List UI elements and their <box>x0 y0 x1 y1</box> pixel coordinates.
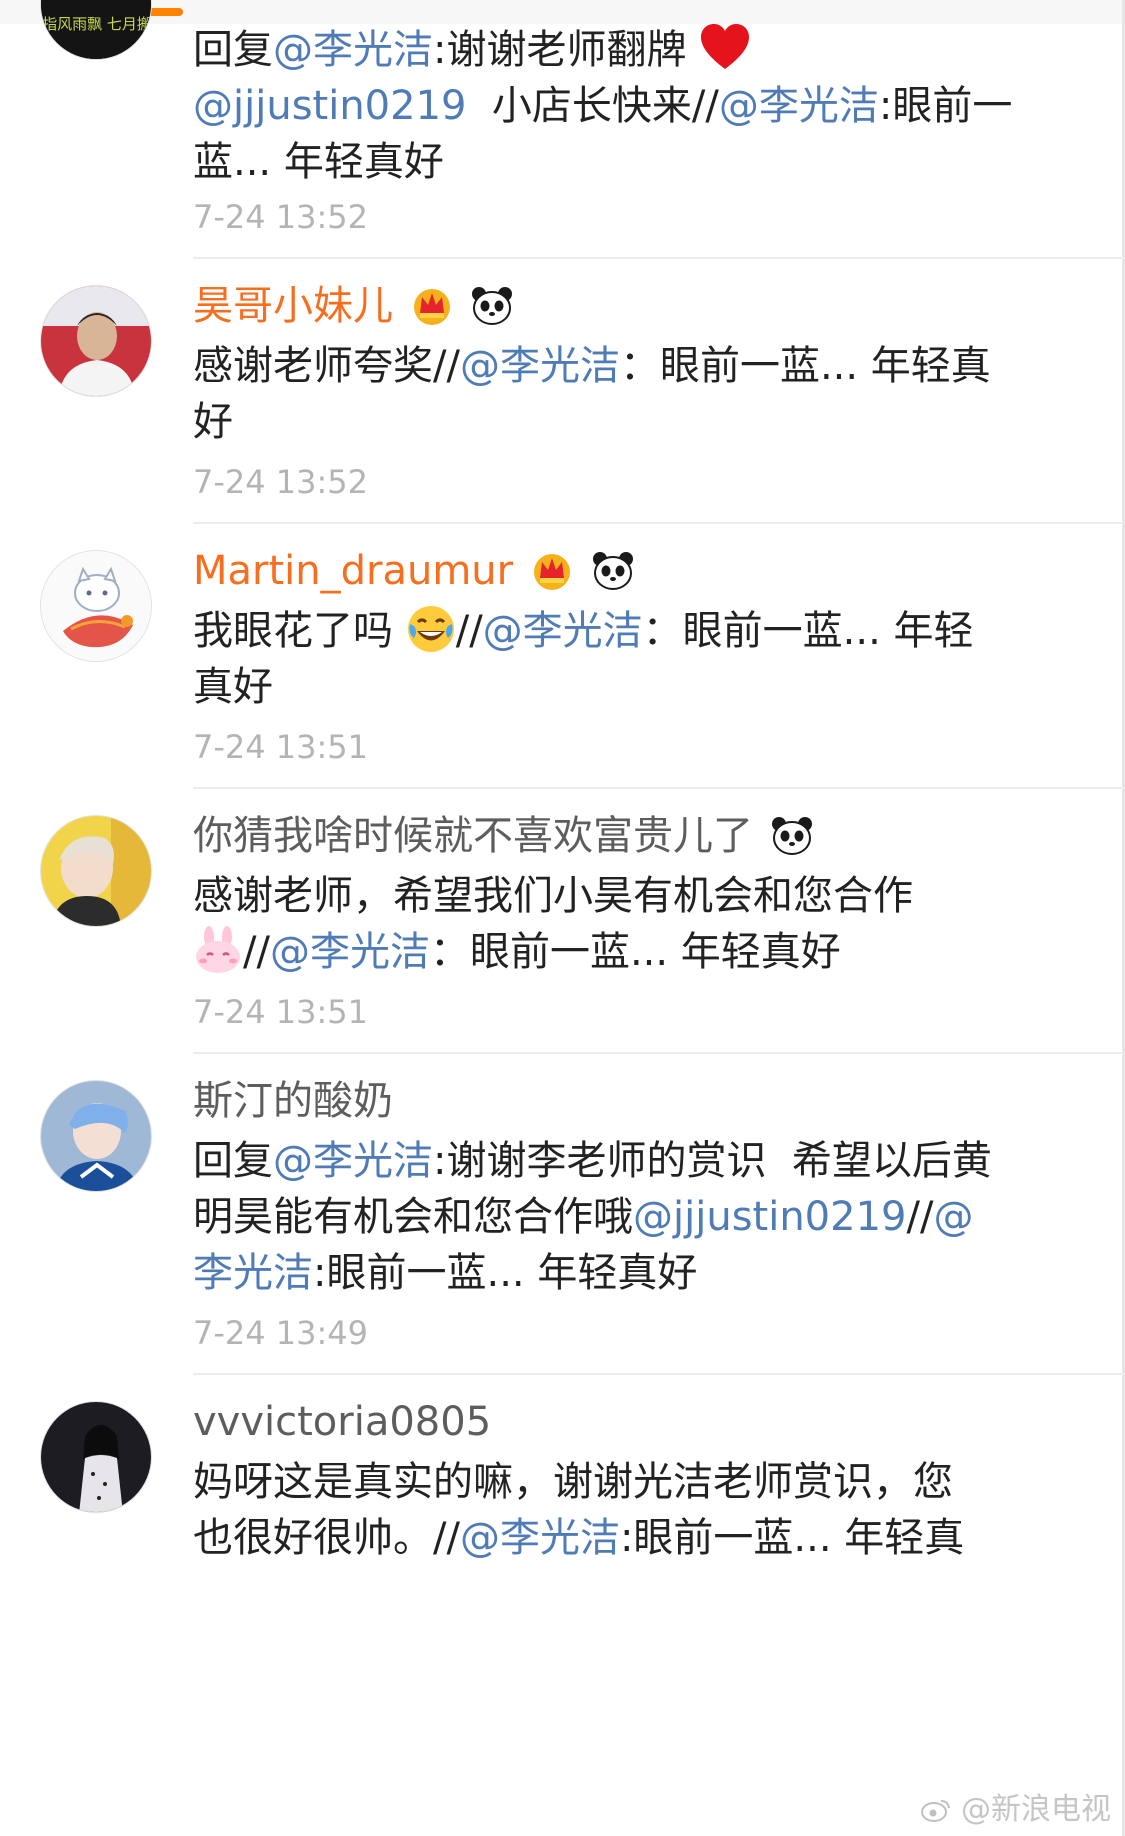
comment-text-line: 好 <box>193 399 233 445</box>
avatar[interactable] <box>40 815 152 927</box>
comment-text-line: 真好 <box>193 664 273 710</box>
reply-label: 回复 <box>193 1138 273 1184</box>
mention-link[interactable]: @李光洁 <box>719 83 879 129</box>
comment-timestamp: 7-24 13:51 <box>193 728 369 766</box>
comment-text: :眼前一 <box>878 83 1013 129</box>
username[interactable]: 昊哥小妹儿 <box>193 278 514 334</box>
comment-text: 小店长快来// <box>466 83 719 129</box>
username[interactable]: 你猜我啥时候就不喜欢富贵儿了 <box>193 808 814 864</box>
comment-text: // <box>906 1194 934 1240</box>
mention-link[interactable]: 李光洁 <box>193 1250 313 1296</box>
mention-link[interactable]: @李光洁 <box>273 1138 433 1184</box>
comment-text: ：眼前一蓝... 年轻 <box>642 608 974 654</box>
divider <box>193 522 1125 524</box>
mention-link[interactable]: @李光洁 <box>270 929 430 975</box>
mention-link[interactable]: @jjjustin0219 <box>193 83 466 129</box>
username-text: Martin_draumur <box>193 548 514 594</box>
mention-link[interactable]: @李光洁 <box>273 27 433 73</box>
comment-text: ：眼前一蓝... 年轻真好 <box>429 929 841 975</box>
panda-badge-icon <box>592 552 633 590</box>
mention-link[interactable]: @李光洁 <box>483 608 643 654</box>
comment-text: 我眼花了吗 <box>193 608 393 654</box>
comment-text: ：眼前一蓝... 年轻真 <box>619 343 991 389</box>
mention-link[interactable]: @ <box>933 1194 973 1240</box>
comment-text: :眼前一蓝... 年轻真好 <box>313 1250 698 1296</box>
mention-link[interactable]: @李光洁 <box>460 1515 620 1561</box>
avatar-image <box>41 286 151 396</box>
divider <box>193 787 1125 789</box>
mention-link[interactable]: @李光洁 <box>460 343 620 389</box>
avatar-image: 剑指风雨飘 七月搬家 <box>41 0 152 59</box>
avatar[interactable]: 剑指风雨飘 七月搬家 <box>40 0 152 60</box>
avatar[interactable] <box>40 1401 152 1513</box>
avatar[interactable] <box>40 1080 152 1192</box>
avatar-image <box>41 816 151 926</box>
divider <box>193 1052 1125 1054</box>
panda-badge-icon <box>771 817 812 855</box>
comment-text-line: 李光洁:眼前一蓝... 年轻真好 <box>193 1240 697 1306</box>
comment-text: 明昊能有机会和您合作哦 <box>193 1194 633 1240</box>
reply-label: 回复 <box>193 27 273 73</box>
comment-text: 也很好很帅。// <box>193 1515 460 1561</box>
comment-timestamp: 7-24 13:52 <box>193 198 369 236</box>
username[interactable]: 斯汀的酸奶 <box>193 1073 393 1129</box>
mention-link[interactable]: @jjjustin0219 <box>633 1194 906 1240</box>
avatar-image <box>41 1081 151 1191</box>
avatar-image <box>41 1402 151 1512</box>
comment-timestamp: 7-24 13:52 <box>193 463 369 501</box>
comment-text: // <box>455 608 483 654</box>
avatar-image <box>41 551 151 661</box>
avatar-text: 剑指风雨飘 七月搬家 <box>41 15 152 33</box>
vip-crown-badge-icon <box>413 289 450 325</box>
avatar[interactable] <box>40 550 152 662</box>
heart-emoji-icon <box>701 24 750 69</box>
panda-badge-icon <box>472 287 513 325</box>
weibo-logo-icon <box>921 1800 951 1822</box>
username-text: 昊哥小妹儿 <box>193 283 393 329</box>
username[interactable]: Martin_draumur <box>193 543 635 599</box>
comment-text-line: 感谢老师夸奖//@李光洁：眼前一蓝... 年轻真 <box>193 333 991 399</box>
comment-text-line: 蓝... 年轻真好 <box>193 139 444 185</box>
comment-text: :谢谢李老师的赏识 希望以后黄 <box>433 1138 992 1184</box>
comment-timestamp: 7-24 13:51 <box>193 993 369 1031</box>
watermark-text: @新浪电视 <box>961 1792 1111 1827</box>
username-text: 你猜我啥时候就不喜欢富贵儿了 <box>193 813 753 859</box>
divider <box>193 1373 1125 1375</box>
comment-text-line: //@李光洁：眼前一蓝... 年轻真好 <box>193 919 841 985</box>
watermark: @新浪电视 <box>921 1784 1111 1828</box>
comment-text: :谢谢老师翻牌 <box>433 27 687 73</box>
vip-crown-badge-icon <box>533 554 570 590</box>
divider <box>193 257 1125 259</box>
comment-text-line: 我眼花了吗 //@李光洁：眼前一蓝... 年轻 <box>193 598 974 664</box>
comment-text: 感谢老师夸奖// <box>193 343 460 389</box>
avatar[interactable] <box>40 285 152 397</box>
username[interactable]: vvvictoria0805 <box>193 1394 491 1450</box>
bunny-emoji-icon <box>196 926 240 973</box>
comment-text: // <box>243 929 270 975</box>
comment-text-line: 也很好很帅。//@李光洁:眼前一蓝... 年轻真 <box>193 1505 964 1571</box>
comment-timestamp: 7-24 13:49 <box>193 1314 369 1352</box>
laugh-cry-emoji-icon <box>407 606 454 652</box>
comment-text: :眼前一蓝... 年轻真 <box>619 1515 965 1561</box>
